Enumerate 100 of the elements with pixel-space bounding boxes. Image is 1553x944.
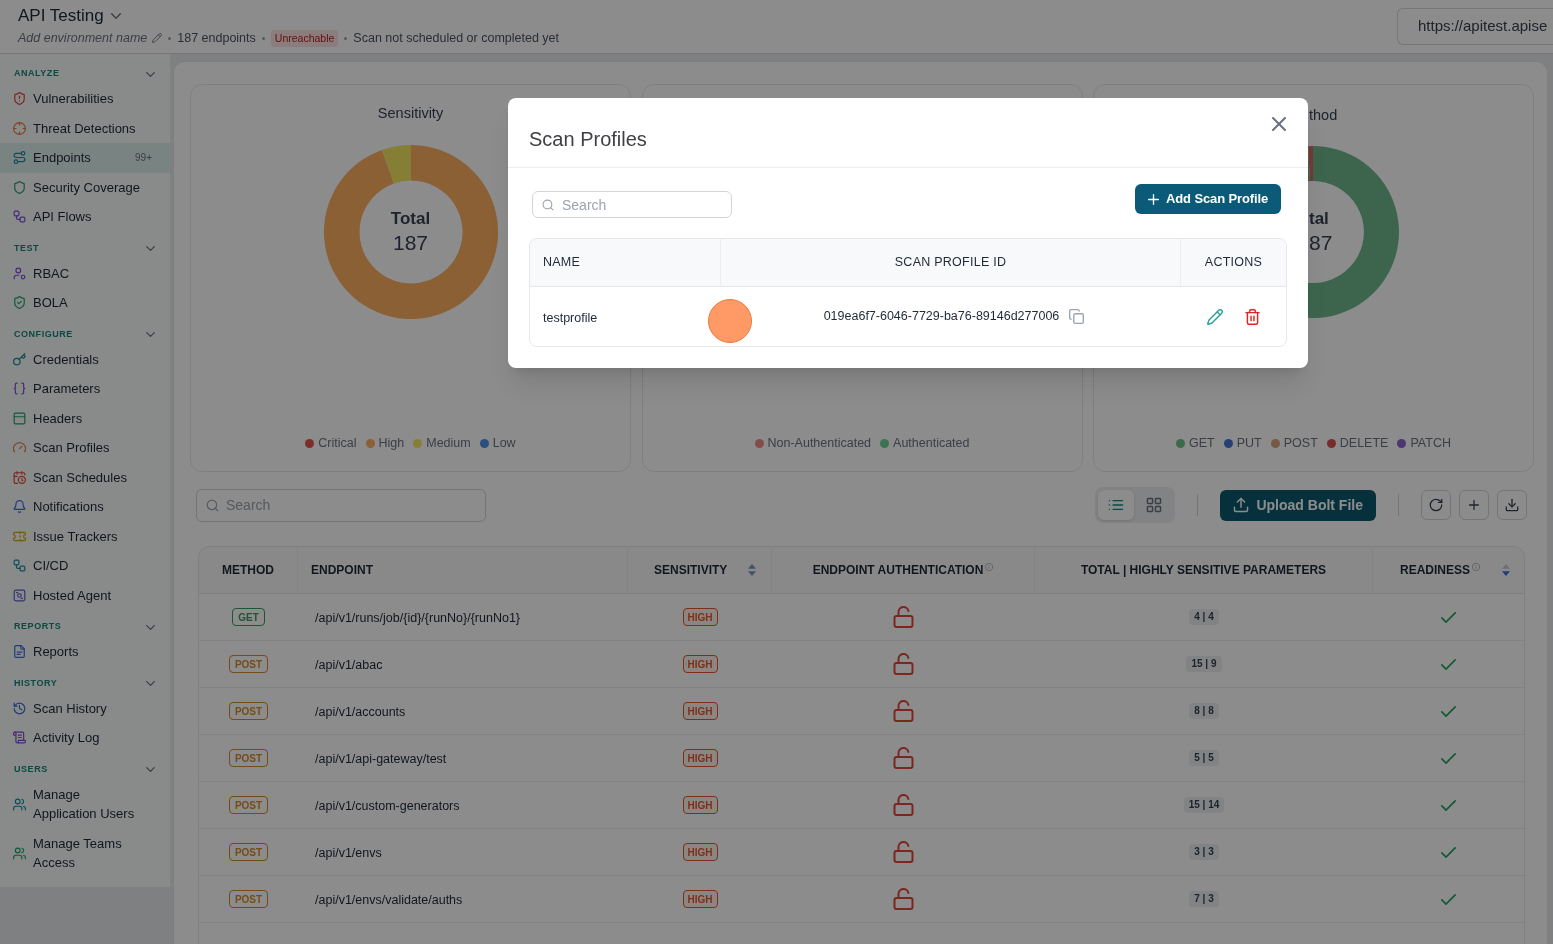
- column-header: SENSITIVITY: [654, 562, 728, 578]
- sidebar-item[interactable]: Endpoints 99+: [0, 143, 170, 173]
- sidebar-item[interactable]: Parameters: [0, 374, 170, 404]
- chevron-down-icon: [146, 71, 155, 77]
- sidebar-item[interactable]: BOLA: [0, 288, 170, 318]
- method-tag: POST: [228, 796, 269, 814]
- sensitivity-tag: HIGH: [682, 608, 718, 626]
- parameter-count: 3 | 3: [1189, 844, 1219, 860]
- refresh-button[interactable]: [1421, 490, 1451, 520]
- section-toggle[interactable]: USERS: [0, 759, 170, 780]
- sidebar-item[interactable]: Issue Trackers: [0, 521, 170, 551]
- section-toggle[interactable]: ANALYZE: [0, 64, 170, 84]
- environment-name-placeholder[interactable]: Add environment name: [18, 28, 148, 48]
- user-icon: [13, 266, 26, 280]
- calendar-clock-icon: [13, 470, 26, 484]
- status-badge: Unreachable: [270, 29, 339, 47]
- gauge-icon: [13, 441, 26, 455]
- list-view-button[interactable]: [1098, 490, 1135, 520]
- users-icon: [13, 797, 26, 811]
- column-header: NAME: [543, 254, 581, 272]
- chevron-down-icon: [146, 681, 155, 686]
- section-toggle[interactable]: REPORTS: [0, 617, 170, 637]
- pencil-icon[interactable]: [152, 33, 163, 43]
- sidebar-item[interactable]: Activity Log: [0, 723, 170, 753]
- sidebar-item[interactable]: API Flows: [0, 202, 170, 232]
- parameter-count: 8 | 8: [1189, 703, 1219, 719]
- chart-center-value: 187: [392, 230, 428, 256]
- column-header: READINESS: [1400, 562, 1470, 578]
- ticket-icon: [13, 529, 26, 543]
- search-icon: [206, 498, 219, 512]
- sidebar-item[interactable]: Manage Application Users: [0, 779, 170, 829]
- sidebar-item[interactable]: Scan Schedules: [0, 462, 170, 492]
- chart-title: Sensitivity: [377, 104, 444, 123]
- endpoint-path: /api/v1/api-gateway/test: [315, 752, 447, 766]
- sensitivity-tag: HIGH: [682, 749, 718, 767]
- history-icon: [13, 701, 26, 715]
- sidebar-item[interactable]: Manage Teams Access: [0, 828, 170, 878]
- legend-label: PATCH: [1410, 435, 1451, 451]
- sensitivity-tag: HIGH: [682, 702, 718, 720]
- linked-squares-icon: [13, 210, 26, 224]
- sidebar-item[interactable]: Threat Detections: [0, 113, 170, 143]
- legend-label: Non-Authenticated: [767, 435, 872, 451]
- column-header: TOTAL | HIGHLY SENSITIVE PARAMETERS: [1080, 562, 1327, 578]
- sidebar-item[interactable]: CI/CD: [0, 551, 170, 581]
- section-toggle[interactable]: TEST: [0, 238, 170, 259]
- method-tag: POST: [228, 655, 269, 673]
- chevron-down-icon[interactable]: [110, 13, 121, 19]
- upload-button[interactable]: Upload Bolt File: [1220, 489, 1376, 521]
- trash-icon[interactable]: [1245, 308, 1260, 325]
- copy-icon[interactable]: [1069, 309, 1085, 324]
- list-icon: [1108, 497, 1125, 513]
- sidebar-item[interactable]: Vulnerabilities: [0, 84, 170, 114]
- column-header: METHOD: [222, 562, 274, 578]
- sidebar-item[interactable]: Hosted Agent: [0, 580, 170, 610]
- legend-label: Medium: [426, 435, 471, 451]
- chevron-down-icon: [146, 332, 155, 337]
- sort-icon[interactable]: [1502, 564, 1510, 576]
- column-header: ENDPOINT: [311, 562, 373, 578]
- key-icon: [13, 352, 26, 366]
- scroll-icon: [13, 731, 26, 745]
- pencil-icon[interactable]: [1207, 308, 1223, 325]
- sidebar-item[interactable]: Credentials: [0, 344, 170, 374]
- section-toggle[interactable]: HISTORY: [0, 673, 170, 694]
- url-field[interactable]: https://apitest.apise: [1397, 8, 1553, 45]
- download-icon: [1505, 498, 1519, 512]
- legend-label: POST: [1283, 435, 1318, 451]
- shield-check-icon: [13, 296, 26, 310]
- endpoint-path: /api/v1/runs/job/{id}/{runNo}/{runNo1}: [315, 611, 520, 625]
- close-icon[interactable]: [1272, 117, 1286, 131]
- parameter-count: 5 | 5: [1189, 750, 1219, 766]
- refresh-icon: [1429, 498, 1443, 512]
- sidebar-item[interactable]: Headers: [0, 403, 170, 433]
- parameter-count: 15 | 9: [1186, 656, 1222, 672]
- braces-icon: [13, 382, 26, 396]
- sort-icon[interactable]: [748, 564, 756, 576]
- sidebar-item[interactable]: Scan Profiles: [0, 433, 170, 463]
- add-scan-profile-button[interactable]: Add Scan Profile: [1135, 184, 1281, 214]
- grid-icon: [1146, 497, 1163, 513]
- chart-center-label: Total: [390, 208, 431, 230]
- crosshair-icon: [13, 121, 26, 135]
- endpoint-path: /api/v1/abac: [315, 658, 383, 672]
- sidebar-item[interactable]: Scan History: [0, 693, 170, 723]
- upload-icon: [1233, 497, 1250, 513]
- search-field[interactable]: Search: [532, 191, 732, 218]
- legend-label: Critical: [318, 435, 357, 451]
- section-toggle[interactable]: CONFIGURE: [0, 324, 170, 345]
- sidebar-item[interactable]: Security Coverage: [0, 172, 170, 202]
- chart-center-value: 87: [1309, 230, 1333, 256]
- sidebar-item[interactable]: Notifications: [0, 492, 170, 522]
- document-icon: [13, 645, 26, 659]
- add-button[interactable]: [1459, 490, 1489, 520]
- download-button[interactable]: [1497, 490, 1527, 520]
- endpoint-path: /api/v1/accounts: [315, 705, 406, 719]
- endpoint-path: /api/v1/custom-generators: [315, 799, 460, 813]
- sidebar-item[interactable]: Reports: [0, 637, 170, 667]
- route-icon: [13, 151, 26, 165]
- legend-label: Low: [492, 435, 516, 451]
- users-icon: [13, 846, 26, 860]
- parameter-count: 4 | 4: [1189, 609, 1219, 625]
- sidebar-item[interactable]: RBAC: [0, 258, 170, 288]
